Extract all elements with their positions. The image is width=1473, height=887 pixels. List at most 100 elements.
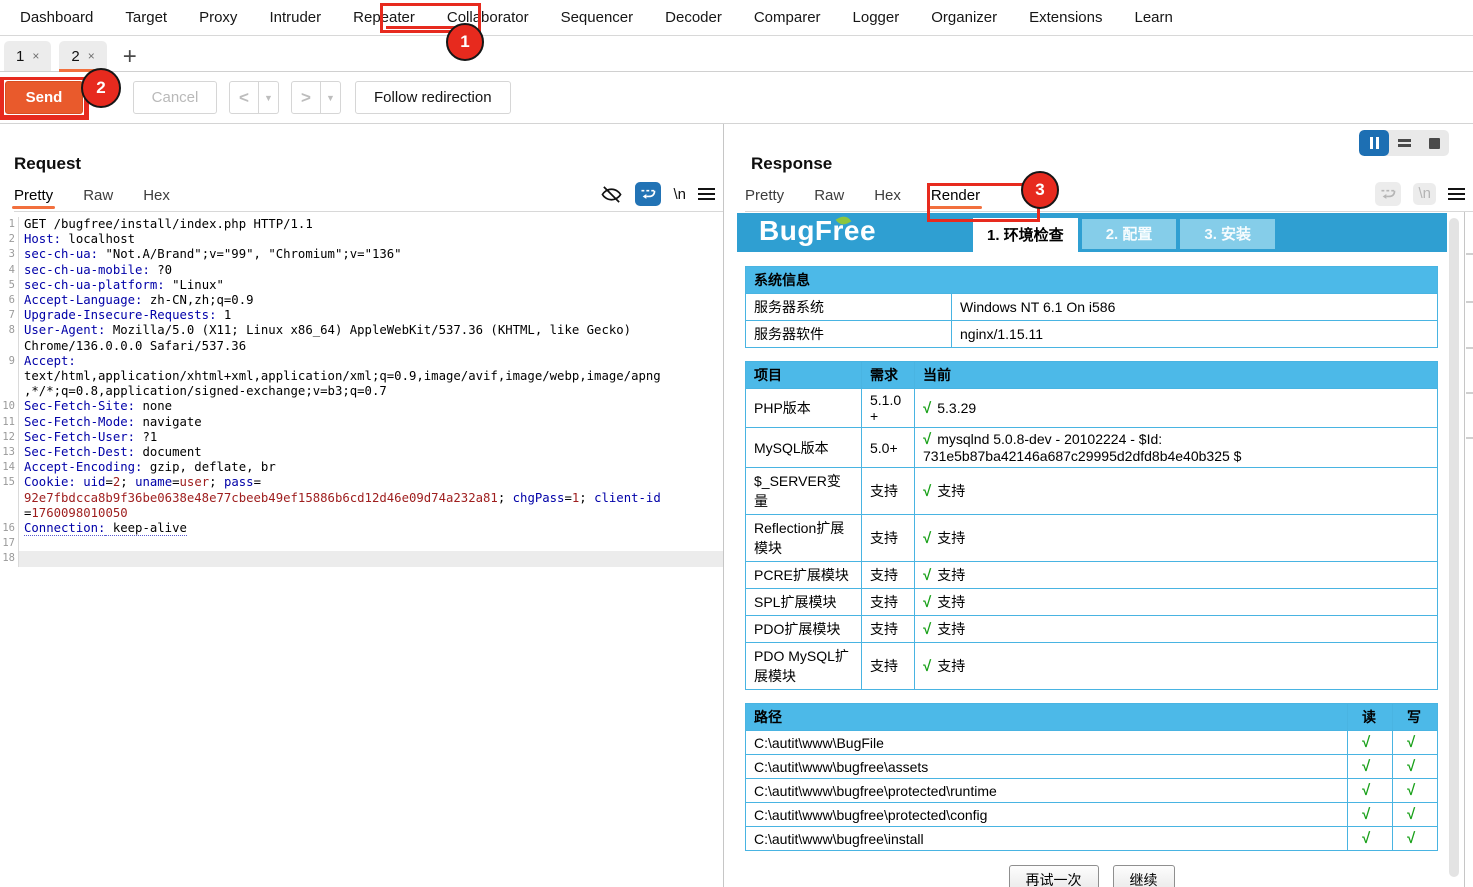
next-request-dropdown[interactable]: ▼ — [321, 81, 341, 114]
response-subtabs: Pretty Raw Hex Render \n — [745, 184, 1473, 212]
word-wrap-icon[interactable] — [635, 182, 661, 206]
layout-columns-button[interactable] — [1359, 130, 1389, 156]
continue-button[interactable]: 继续 — [1113, 865, 1175, 887]
layout-rows-button[interactable] — [1389, 130, 1419, 156]
step-tab-2[interactable]: 2. 配置 — [1082, 219, 1177, 249]
word-wrap-icon-disabled — [1375, 182, 1401, 206]
line-number: 3 — [0, 247, 19, 262]
menubar-item-sequencer[interactable]: Sequencer — [545, 9, 650, 26]
request-line: 92e7fbdcca8b9f36be0638e48e77cbeeb49ef158… — [0, 491, 723, 506]
menubar-item-proxy[interactable]: Proxy — [183, 9, 253, 26]
new-tab-button[interactable]: + — [115, 47, 145, 71]
requirement-need: 支持 — [862, 616, 915, 643]
menubar-item-organizer[interactable]: Organizer — [915, 9, 1013, 26]
panel-edge-divider — [1464, 212, 1465, 887]
table-row: C:\autit\www\bugfree\assets√√ — [746, 755, 1438, 779]
request-line: 14Accept-Encoding: gzip, deflate, br — [0, 460, 723, 475]
requirement-need: 支持 — [862, 468, 915, 515]
menubar-item-extensions[interactable]: Extensions — [1013, 9, 1118, 26]
menubar: DashboardTargetProxyIntruderRepeaterColl… — [0, 0, 1473, 36]
menubar-item-collaborator[interactable]: Collaborator — [431, 9, 545, 26]
send-button[interactable]: Send — [5, 81, 83, 114]
column-header: 需求 — [862, 362, 915, 389]
request-tab-hex[interactable]: Hex — [143, 187, 170, 211]
repeater-tab-label: 2 — [71, 48, 79, 65]
render-scrollbar-thumb[interactable] — [1449, 218, 1459, 877]
menubar-item-logger[interactable]: Logger — [837, 9, 916, 26]
settings-gear-icon[interactable]: ⚙ — [93, 85, 115, 110]
next-request-button[interactable]: > — [291, 81, 321, 114]
requirement-item: PDO扩展模块 — [746, 616, 862, 643]
line-number — [0, 339, 19, 354]
render-scrollbar[interactable] — [1448, 212, 1460, 887]
requirement-current: √支持 — [915, 515, 1438, 562]
line-content: Upgrade-Insecure-Requests: 1 — [19, 308, 723, 323]
path-value: C:\autit\www\bugfree\install — [746, 827, 1348, 851]
request-tab-pretty[interactable]: Pretty — [14, 187, 53, 211]
cancel-button[interactable]: Cancel — [133, 81, 217, 114]
request-line: 2Host: localhost — [0, 232, 723, 247]
line-content: ,*/*;q=0.8,application/signed-exchange;v… — [19, 384, 723, 399]
requirement-item: $_SERVER变量 — [746, 468, 862, 515]
install-actions: 再试一次继续 — [745, 865, 1438, 887]
check-icon: √ — [1407, 830, 1415, 847]
request-line: text/html,application/xhtml+xml,applicat… — [0, 369, 723, 384]
response-tab-render[interactable]: Render — [931, 187, 980, 211]
tab-close-icon[interactable]: × — [32, 49, 39, 63]
retry-button[interactable]: 再试一次 — [1009, 865, 1099, 887]
request-line: 1GET /bugfree/install/index.php HTTP/1.1 — [0, 217, 723, 232]
request-editor[interactable]: 1GET /bugfree/install/index.php HTTP/1.1… — [0, 212, 723, 887]
column-header: 写 — [1393, 704, 1438, 731]
tab-close-icon[interactable]: × — [88, 49, 95, 63]
request-menu-icon[interactable] — [698, 188, 715, 200]
requirement-item: Reflection扩展模块 — [746, 515, 862, 562]
table-row: PCRE扩展模块支持√支持 — [746, 562, 1438, 589]
prev-request-dropdown[interactable]: ▼ — [259, 81, 279, 114]
request-line: 8User-Agent: Mozilla/5.0 (X11; Linux x86… — [0, 323, 723, 338]
line-content: Sec-Fetch-Site: none — [19, 399, 723, 414]
path-writable: √ — [1393, 779, 1438, 803]
response-tab-pretty[interactable]: Pretty — [745, 187, 784, 211]
table-header-row: 路径读写 — [746, 704, 1438, 731]
request-tab-raw[interactable]: Raw — [83, 187, 113, 211]
send-annotation-box: Send — [1, 77, 87, 118]
request-line: 13Sec-Fetch-Dest: document — [0, 445, 723, 460]
requirement-need: 支持 — [862, 515, 915, 562]
response-tab-hex[interactable]: Hex — [874, 187, 901, 211]
requirement-current: √支持 — [915, 562, 1438, 589]
line-content: Sec-Fetch-User: ?1 — [19, 430, 723, 445]
table-row: PHP版本5.1.0+√5.3.29 — [746, 389, 1438, 428]
request-line: 3sec-ch-ua: "Not.A/Brand";v="99", "Chrom… — [0, 247, 723, 262]
system-info-value: nginx/1.15.11 — [952, 321, 1438, 348]
menubar-item-target[interactable]: Target — [109, 9, 183, 26]
repeater-tab-1[interactable]: 1× — [4, 41, 51, 71]
response-tab-raw[interactable]: Raw — [814, 187, 844, 211]
step-tab-3[interactable]: 3. 安装 — [1180, 219, 1275, 249]
check-icon: √ — [923, 621, 931, 638]
path-value: C:\autit\www\BugFile — [746, 731, 1348, 755]
scroll-marker-ticks — [1466, 212, 1473, 887]
line-content: Connection: keep-alive — [19, 521, 723, 536]
menubar-item-repeater[interactable]: Repeater — [337, 9, 431, 26]
line-number: 18 — [0, 551, 19, 566]
repeater-tab-2[interactable]: 2× — [59, 41, 106, 71]
menubar-item-comparer[interactable]: Comparer — [738, 9, 837, 26]
follow-redirection-button[interactable]: Follow redirection — [355, 81, 511, 114]
layout-single-button[interactable] — [1419, 130, 1449, 156]
response-menu-icon[interactable] — [1448, 188, 1465, 200]
hide-eye-icon[interactable] — [600, 184, 623, 205]
menubar-item-decoder[interactable]: Decoder — [649, 9, 738, 26]
response-editor-icons: \n — [1375, 182, 1465, 206]
prev-request-button[interactable]: < — [229, 81, 259, 114]
requirement-current: √支持 — [915, 616, 1438, 643]
line-content: Cookie: uid=2; uname=user; pass= — [19, 475, 723, 490]
step-tab-1[interactable]: 1. 环境检查 — [973, 218, 1078, 252]
menubar-item-learn[interactable]: Learn — [1118, 9, 1188, 26]
newline-toggle-icon[interactable]: \n — [673, 186, 686, 203]
path-writable: √ — [1393, 827, 1438, 851]
menubar-item-intruder[interactable]: Intruder — [253, 9, 337, 26]
check-icon: √ — [923, 530, 931, 547]
request-line: ,*/*;q=0.8,application/signed-exchange;v… — [0, 384, 723, 399]
path-value: C:\autit\www\bugfree\assets — [746, 755, 1348, 779]
menubar-item-dashboard[interactable]: Dashboard — [4, 9, 109, 26]
